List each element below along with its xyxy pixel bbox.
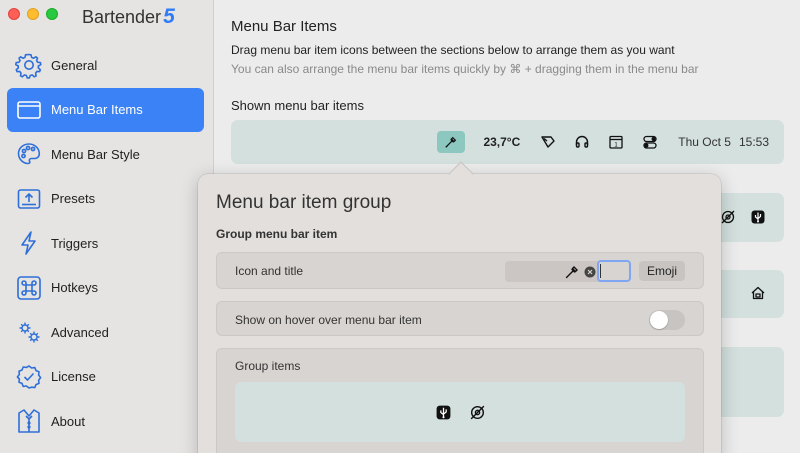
emoji-button[interactable]: Emoji: [639, 261, 685, 281]
zoom-window-button[interactable]: [46, 8, 58, 20]
sidebar-item-about[interactable]: About: [7, 399, 204, 444]
sidebar-item-triggers[interactable]: Triggers: [7, 221, 204, 266]
sidebar-item-advanced[interactable]: Advanced: [7, 310, 204, 355]
text-caret: [600, 264, 601, 278]
palette-icon: [14, 139, 44, 169]
presets-icon: [14, 184, 44, 214]
window-controls: [8, 8, 58, 20]
page-description: Drag menu bar item icons between the sec…: [231, 43, 675, 57]
icon-and-title-row: Icon and title Emoji: [216, 252, 704, 289]
lightning-icon: [14, 228, 44, 258]
eyedropper-icon: [564, 264, 580, 280]
eye-slash-icon[interactable]: [720, 209, 738, 227]
sidebar-item-label: Menu Bar Style: [51, 146, 140, 162]
show-on-hover-toggle[interactable]: [649, 310, 685, 330]
time-item[interactable]: 15:53: [739, 129, 769, 155]
gear-icon: [14, 50, 44, 80]
sidebar-item-label: Menu Bar Items: [51, 102, 143, 118]
sidebar-item-label: License: [51, 369, 96, 385]
sidebar-item-license[interactable]: License: [7, 355, 204, 400]
app-name: Bartender: [82, 7, 162, 27]
menu-bar-icon: [14, 95, 44, 125]
group-items-label: Group items: [235, 359, 301, 373]
sidebar-item-label: Presets: [51, 191, 96, 207]
usb-icon[interactable]: [750, 209, 768, 227]
clear-icon-button[interactable]: [583, 261, 597, 282]
shown-items-heading: Shown menu bar items: [231, 98, 364, 113]
sidebar-item-menu-bar-items[interactable]: Menu Bar Items: [7, 87, 204, 132]
group-items-area[interactable]: [235, 382, 685, 442]
group-popover: Menu bar item group Group menu bar item …: [198, 161, 721, 453]
popover-subtitle: Group menu bar item: [216, 227, 338, 241]
show-on-hover-label: Show on hover over menu bar item: [235, 313, 422, 327]
app-version: 5: [163, 5, 175, 28]
sidebar-item-label: General: [51, 57, 98, 73]
gears-icon: [14, 317, 44, 347]
sidebar-item-hotkeys[interactable]: Hotkeys: [7, 266, 204, 311]
toggle-knob: [650, 311, 668, 329]
app-title: Bartender 5: [82, 5, 175, 29]
calendar-icon[interactable]: 1: [606, 129, 626, 155]
popover-title: Menu bar item group: [216, 192, 392, 213]
sidebar-item-label: Advanced: [51, 324, 109, 340]
page-title: Menu Bar Items: [231, 18, 337, 35]
sidebar-item-label: Hotkeys: [51, 280, 98, 296]
shown-items-section[interactable]: 23,7°C 1 Thu Oct 5 15:53: [231, 120, 784, 164]
weather-icon[interactable]: [538, 129, 558, 155]
command-key-icon: [14, 273, 44, 303]
group-icon-well[interactable]: [505, 261, 589, 282]
sidebar: Bartender 5 General Menu Bar Items Menu B…: [0, 0, 214, 453]
eye-slash-icon[interactable]: [467, 402, 487, 422]
group-items-row: Group items: [216, 348, 704, 453]
sidebar-item-menu-bar-style[interactable]: Menu Bar Style: [7, 132, 204, 177]
headphones-icon[interactable]: [572, 129, 592, 155]
show-on-hover-row: Show on hover over menu bar item: [216, 301, 704, 336]
temperature-item[interactable]: 23,7°C: [483, 129, 520, 155]
control-center-icon[interactable]: [640, 129, 660, 155]
group-title-input[interactable]: [597, 260, 631, 282]
home-icon[interactable]: [750, 285, 768, 303]
checkmark-seal-icon: [14, 362, 44, 392]
sidebar-item-general[interactable]: General: [7, 43, 204, 88]
close-window-button[interactable]: [8, 8, 20, 20]
tuxedo-icon: [14, 406, 44, 436]
sidebar-nav: General Menu Bar Items Menu Bar Style Pr…: [7, 43, 204, 444]
minimize-window-button[interactable]: [27, 8, 39, 20]
page-hint: You can also arrange the menu bar items …: [231, 62, 699, 76]
usb-icon[interactable]: [433, 402, 453, 422]
sidebar-item-label: About: [51, 413, 85, 429]
eyedropper-icon[interactable]: [437, 131, 466, 153]
icon-and-title-label: Icon and title: [235, 264, 304, 278]
sidebar-item-label: Triggers: [51, 235, 99, 251]
sidebar-item-presets[interactable]: Presets: [7, 177, 204, 222]
date-item[interactable]: Thu Oct 5: [678, 129, 731, 155]
